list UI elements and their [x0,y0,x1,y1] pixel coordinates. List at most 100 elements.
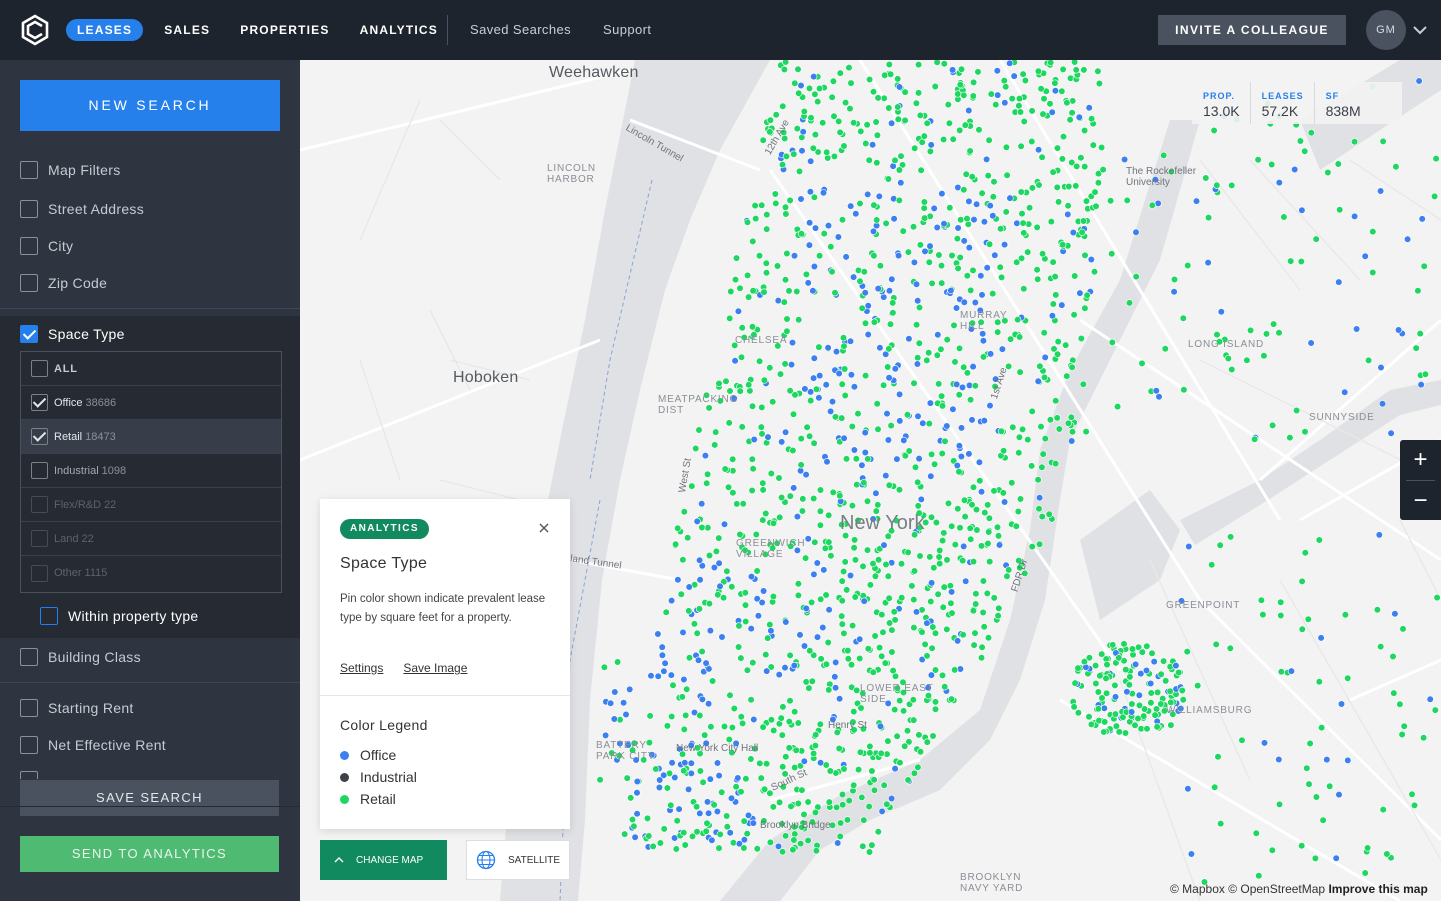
property-pin[interactable] [1377,363,1385,372]
property-pin[interactable] [805,241,814,249]
property-pin[interactable] [770,726,778,735]
property-pin[interactable] [865,848,874,856]
property-pin[interactable] [878,610,886,619]
property-pin[interactable] [831,413,840,421]
property-pin[interactable] [1152,387,1160,395]
property-pin[interactable] [1051,460,1060,468]
property-pin[interactable] [1016,108,1025,116]
property-pin[interactable] [1408,790,1416,798]
property-pin[interactable] [987,90,995,98]
property-pin[interactable] [712,428,720,436]
property-pin[interactable] [1033,223,1041,231]
property-pin[interactable] [824,222,833,230]
property-pin[interactable] [1067,413,1075,421]
property-pin[interactable] [708,836,716,844]
property-pin[interactable] [869,227,878,235]
property-pin[interactable] [893,455,901,463]
property-pin[interactable] [826,767,834,775]
property-pin[interactable] [702,659,710,667]
property-pin[interactable] [885,374,893,382]
property-pin[interactable] [1228,365,1236,374]
property-pin[interactable] [747,696,755,704]
property-pin[interactable] [740,836,749,844]
property-pin[interactable] [861,372,870,380]
property-pin[interactable] [870,786,879,794]
property-pin[interactable] [1226,644,1234,652]
property-pin[interactable] [1161,345,1169,353]
property-pin[interactable] [797,195,805,203]
property-pin[interactable] [621,830,629,838]
property-pin[interactable] [1226,533,1235,541]
property-pin[interactable] [858,304,866,312]
property-pin[interactable] [1383,850,1391,858]
property-pin[interactable] [1298,625,1306,633]
property-pin[interactable] [1001,99,1009,107]
property-pin[interactable] [920,204,928,212]
property-pin[interactable] [923,119,931,127]
property-pin[interactable] [1287,667,1296,675]
property-pin[interactable] [940,60,948,68]
property-pin[interactable] [1058,87,1066,95]
property-pin[interactable] [1431,706,1439,714]
property-pin[interactable] [783,315,791,323]
property-pin[interactable] [954,90,962,98]
property-pin[interactable] [985,136,993,144]
property-pin[interactable] [910,258,919,266]
property-pin[interactable] [879,381,888,389]
property-pin[interactable] [914,502,922,510]
property-pin[interactable] [1045,510,1053,518]
property-pin[interactable] [834,839,842,847]
property-pin[interactable] [948,522,956,530]
property-pin[interactable] [1017,188,1025,196]
property-pin[interactable] [695,426,703,434]
property-pin[interactable] [812,385,821,393]
property-pin[interactable] [864,330,872,339]
property-pin[interactable] [880,541,888,549]
property-pin[interactable] [1179,314,1187,322]
property-pin[interactable] [628,815,637,824]
property-pin[interactable] [633,777,641,786]
property-pin[interactable] [933,223,941,232]
property-pin[interactable] [813,559,821,567]
property-pin[interactable] [940,583,948,591]
property-pin[interactable] [811,808,820,817]
property-pin[interactable] [870,318,879,326]
invite-colleague-button[interactable]: INVITE A COLLEAGUE [1158,15,1346,45]
property-pin[interactable] [927,472,935,480]
property-pin[interactable] [1066,116,1074,124]
property-pin[interactable] [736,530,744,539]
property-pin[interactable] [845,64,853,72]
property-pin[interactable] [916,748,925,756]
nav-leases[interactable]: LEASES [66,19,144,41]
property-pin[interactable] [696,809,704,818]
property-pin[interactable] [1162,677,1170,685]
property-pin[interactable] [857,127,865,135]
property-pin[interactable] [852,455,860,463]
property-pin[interactable] [970,641,978,649]
property-pin[interactable] [969,92,977,100]
filter-street-address[interactable]: Street Address [20,200,144,218]
property-pin[interactable] [1002,208,1010,216]
property-pin[interactable] [718,788,726,796]
property-pin[interactable] [857,704,865,712]
property-pin[interactable] [1127,708,1136,716]
property-pin[interactable] [930,460,939,468]
property-pin[interactable] [734,774,742,782]
property-pin[interactable] [1034,275,1042,283]
property-pin[interactable] [971,629,979,637]
space-type-all[interactable]: ALL [21,352,281,386]
property-pin[interactable] [985,528,993,536]
property-pin[interactable] [1268,160,1276,169]
property-pin[interactable] [753,567,761,575]
property-pin[interactable] [807,157,815,165]
property-pin[interactable] [810,570,818,579]
property-pin[interactable] [745,381,753,389]
property-pin[interactable] [1369,228,1377,236]
property-pin[interactable] [759,479,767,487]
property-pin[interactable] [1021,76,1030,85]
property-pin[interactable] [853,686,861,695]
property-pin[interactable] [795,316,803,324]
property-pin[interactable] [1142,666,1151,675]
property-pin[interactable] [969,266,977,274]
property-pin[interactable] [1068,363,1076,371]
